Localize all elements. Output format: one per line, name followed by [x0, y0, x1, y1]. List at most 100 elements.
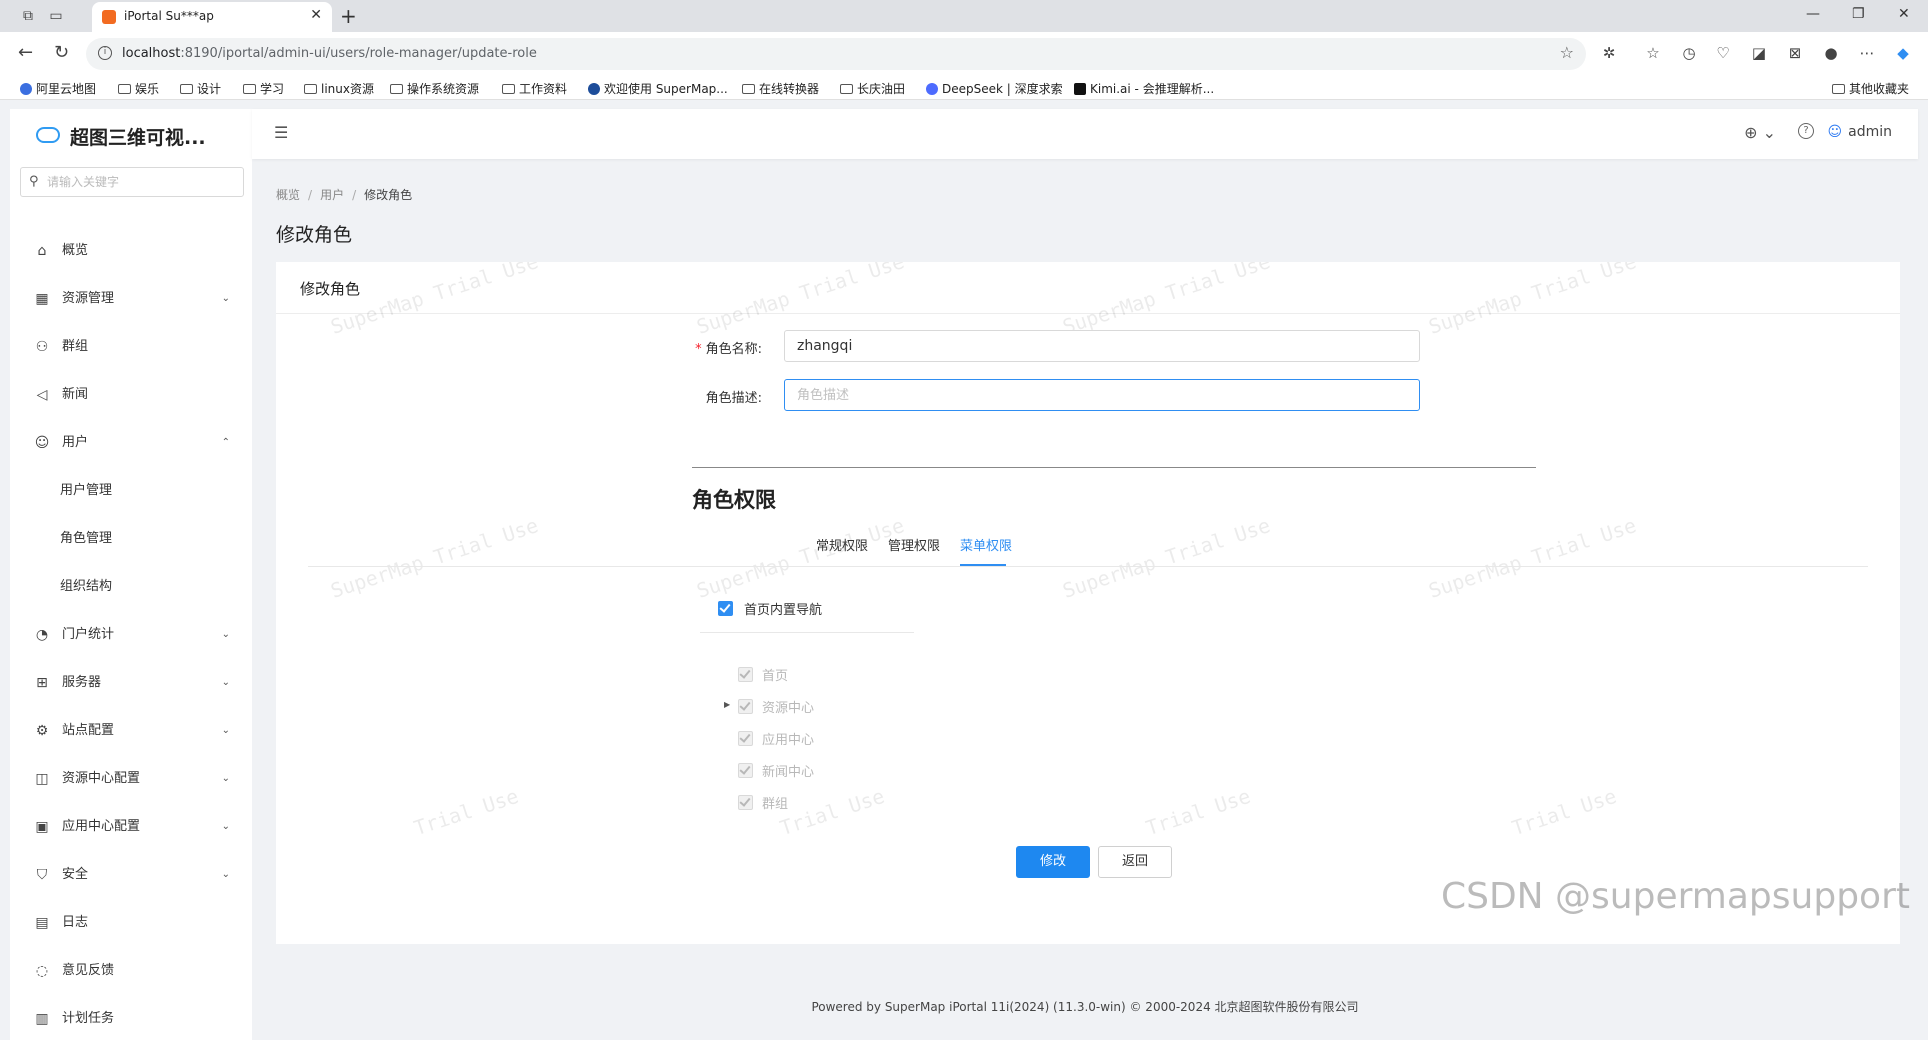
copilot-icon[interactable]: ◆	[1894, 44, 1912, 62]
address-toolbar: ← ↻ i localhost:8190/iportal/admin-ui/us…	[0, 32, 1928, 76]
edge-extension-icon[interactable]: ◪	[1750, 44, 1768, 62]
sidebar-item-overview[interactable]: ⌂ 概览	[10, 227, 252, 275]
folder-icon	[840, 84, 853, 94]
server-icon: ⊞	[36, 675, 48, 691]
node-checkbox-home	[738, 667, 753, 682]
user-menu[interactable]: ☺ admin	[1828, 124, 1892, 140]
sidebar-item-logs[interactable]: ▤ 日志	[10, 899, 252, 947]
permission-tabs: 常规权限 管理权限 菜单权限	[308, 527, 1868, 567]
folder-icon	[304, 84, 317, 94]
bookmark-item[interactable]: 欢迎使用 SuperMap...	[588, 80, 728, 97]
bookmark-other-favorites[interactable]: 其他收藏夹	[1832, 80, 1909, 97]
bookmark-item[interactable]: 在线转换器	[742, 80, 819, 97]
tab-actions-icon[interactable]: ▭	[46, 6, 66, 26]
trial-watermark: Trial Use	[410, 783, 522, 841]
tab-admin-permissions[interactable]: 管理权限	[888, 535, 940, 554]
home-icon: ⌂	[37, 243, 47, 259]
sidebar-item-role-management[interactable]: 角色管理	[10, 515, 252, 563]
bookmark-item[interactable]: 工作资料	[502, 80, 567, 97]
tab-general-permissions[interactable]: 常规权限	[816, 535, 868, 554]
sidebar-item-groups[interactable]: ⚇ 群组	[10, 323, 252, 371]
bookmark-item[interactable]: DeepSeek | 深度求索	[926, 80, 1063, 97]
folder-icon	[390, 84, 403, 94]
sidebar-item-users[interactable]: ☺ 用户 ⌃	[10, 419, 252, 467]
close-window-icon[interactable]: ✕	[1898, 6, 1910, 22]
breadcrumb-users[interactable]: 用户	[320, 188, 344, 202]
history-icon[interactable]: ◷	[1680, 44, 1698, 62]
extensions-icon[interactable]: ✲	[1600, 44, 1618, 62]
bookmark-item[interactable]: 阿里云地图	[20, 80, 96, 97]
role-name-input[interactable]	[784, 330, 1420, 362]
browser-tab[interactable]: iPortal Su***ap ✕	[92, 2, 332, 32]
screenshot-icon[interactable]: ⊠	[1786, 44, 1804, 62]
chevron-down-icon: ⌄	[221, 869, 230, 880]
folder-icon	[243, 84, 256, 94]
submit-button[interactable]: 修改	[1016, 846, 1090, 878]
feedback-icon: ◌	[35, 963, 49, 979]
home-nav-checkbox[interactable]	[718, 601, 733, 616]
reload-icon[interactable]: ↻	[54, 42, 69, 63]
more-menu-icon[interactable]: ⋯	[1858, 44, 1876, 62]
bookmark-item[interactable]: 娱乐	[118, 80, 159, 97]
expand-caret-icon[interactable]: ▶	[724, 700, 730, 709]
performance-icon[interactable]: ♡	[1714, 44, 1732, 62]
profile-avatar-icon[interactable]: ●	[1822, 44, 1840, 62]
back-icon[interactable]: ←	[18, 42, 33, 63]
sidebar-item-site-config[interactable]: ⚙ 站点配置 ⌄	[10, 707, 252, 755]
required-mark: *	[695, 342, 702, 357]
sidebar-item-app-center-config[interactable]: ▣ 应用中心配置 ⌄	[10, 803, 252, 851]
chevron-down-icon: ⌄	[221, 725, 230, 736]
language-globe-icon[interactable]: ⊕ ⌄	[1744, 123, 1776, 142]
username: admin	[1848, 124, 1892, 140]
role-name-row: * 角色名称:	[276, 330, 1900, 362]
folder-icon	[118, 84, 131, 94]
kimi-icon	[1074, 83, 1086, 95]
back-button[interactable]: 返回	[1098, 846, 1172, 878]
deepseek-icon	[926, 83, 938, 95]
active-tab-indicator	[960, 564, 1006, 566]
bookmark-item[interactable]: Kimi.ai - 会推理解析...	[1074, 80, 1214, 97]
node-label-news-center: 新闻中心	[762, 765, 815, 780]
sidebar-item-feedback[interactable]: ◌ 意见反馈	[10, 947, 252, 995]
bookmark-item[interactable]: 长庆油田	[840, 80, 905, 97]
sidebar-item-user-management[interactable]: 用户管理	[10, 467, 252, 515]
role-desc-label: 角色描述:	[705, 391, 762, 406]
bookmark-item[interactable]: 操作系统资源	[390, 80, 479, 97]
workspaces-icon[interactable]: ⧉	[18, 6, 38, 26]
bookmark-item[interactable]: 学习	[243, 80, 284, 97]
restore-icon[interactable]: ❐	[1852, 6, 1865, 22]
gear-icon: ⚙	[35, 723, 49, 739]
close-tab-icon[interactable]: ✕	[310, 7, 322, 23]
bookmark-item[interactable]: linux资源	[304, 80, 374, 97]
menu-collapse-icon[interactable]: ☰	[274, 123, 288, 142]
site-info-icon[interactable]: i	[98, 46, 112, 60]
sidebar: 超图三维可视... ⚲ ⌂概览 ▦资源管理⌄ ⚇群组 ◁新闻 ☺用户⌃ 用户管理…	[10, 109, 252, 1040]
bookmark-item[interactable]: 设计	[180, 80, 221, 97]
app-name: 超图三维可视...	[70, 127, 206, 149]
favorite-star-icon[interactable]: ☆	[1560, 43, 1574, 62]
search-input[interactable]	[47, 172, 237, 192]
trial-watermark: Trial Use	[1142, 783, 1254, 841]
sidebar-item-servers[interactable]: ⊞ 服务器 ⌄	[10, 659, 252, 707]
shield-icon: ⛉	[36, 867, 48, 883]
breadcrumb-overview[interactable]: 概览	[276, 188, 300, 202]
sidebar-item-security[interactable]: ⛉ 安全 ⌄	[10, 851, 252, 899]
tab-menu-permissions[interactable]: 菜单权限	[960, 535, 1012, 554]
new-tab-icon[interactable]: +	[340, 4, 357, 28]
sidebar-item-resources[interactable]: ▦ 资源管理 ⌄	[10, 275, 252, 323]
sidebar-search: ⚲	[20, 167, 244, 197]
apps-icon: ▣	[35, 819, 49, 835]
role-desc-row: 角色描述:	[276, 379, 1900, 411]
sidebar-menu: ⌂ 概览 ▦ 资源管理 ⌄ ⚇ 群组 ◁ 新闻 ☺ 用户 ⌃ 用户管理 角色管理 组织结构 ◔…	[10, 227, 252, 1040]
minimize-icon[interactable]: —	[1806, 6, 1820, 22]
permissions-title: 角色权限	[692, 488, 776, 512]
sidebar-item-news[interactable]: ◁ 新闻	[10, 371, 252, 419]
help-icon[interactable]: ?	[1798, 123, 1814, 139]
sidebar-item-scheduled-tasks[interactable]: ▥ 计划任务	[10, 995, 252, 1040]
sidebar-item-resource-center-config[interactable]: ◫ 资源中心配置 ⌄	[10, 755, 252, 803]
sidebar-item-org-structure[interactable]: 组织结构	[10, 563, 252, 611]
sidebar-item-portal-stats[interactable]: ◔ 门户统计 ⌄	[10, 611, 252, 659]
role-desc-input[interactable]	[784, 379, 1420, 411]
url-bar[interactable]: i localhost:8190/iportal/admin-ui/users/…	[86, 38, 1586, 70]
favorites-icon[interactable]: ☆	[1644, 44, 1662, 62]
